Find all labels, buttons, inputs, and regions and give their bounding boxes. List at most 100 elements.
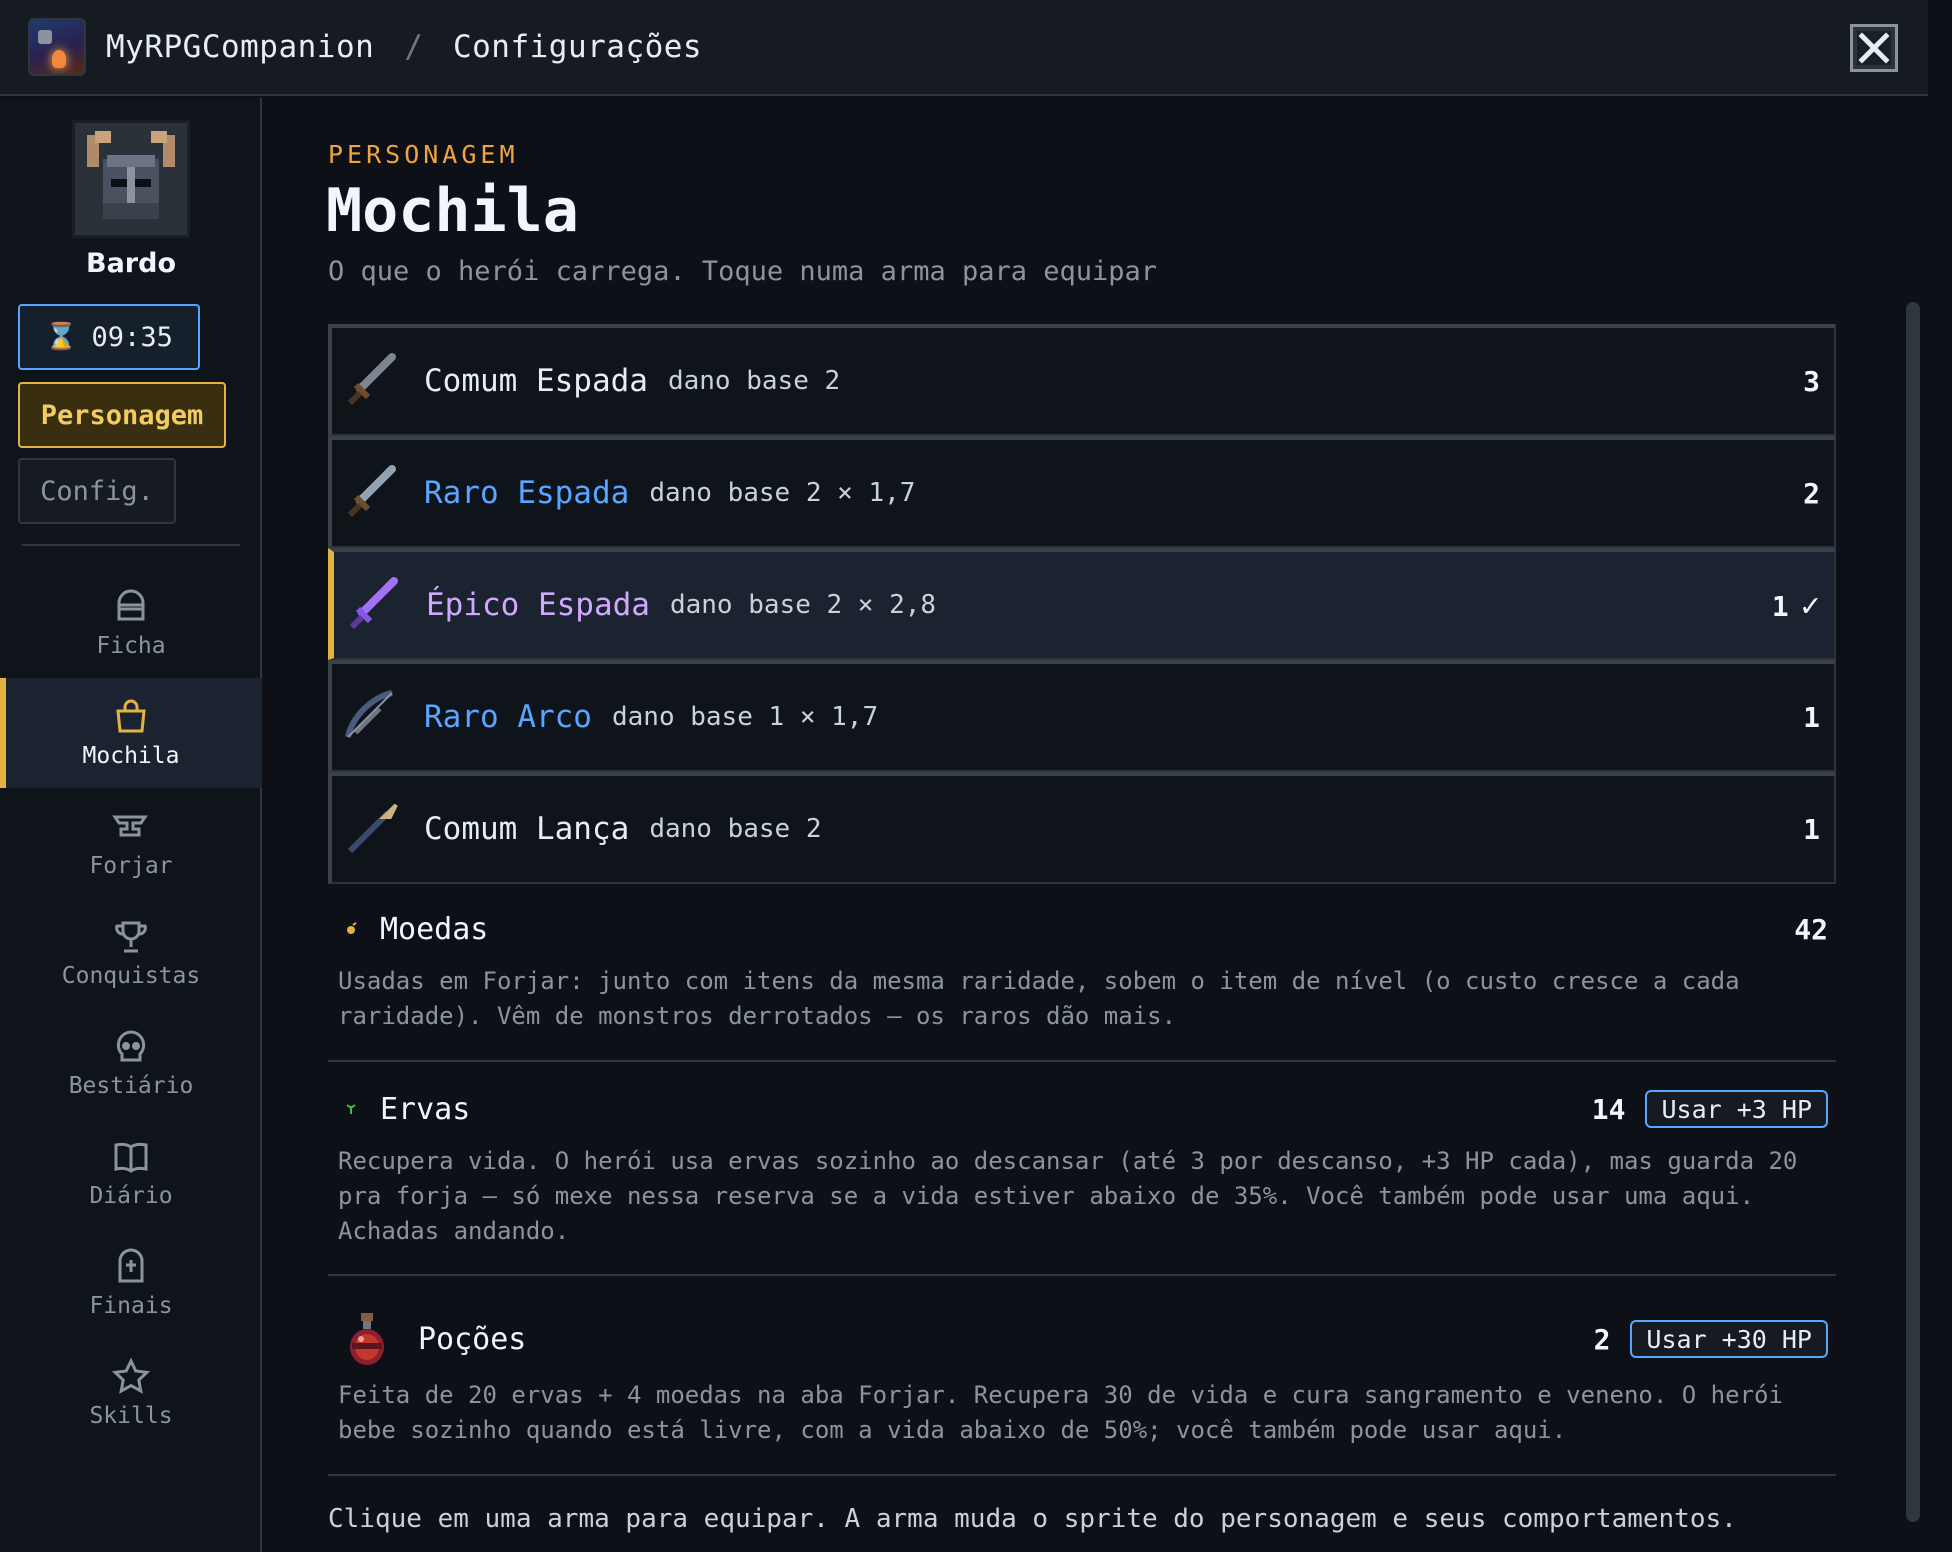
sidebar-item-diario[interactable]: Diário (0, 1118, 262, 1228)
sidebar-item-bestiario[interactable]: Bestiário (0, 1008, 262, 1118)
sidebar-item-label: Bestiário (68, 1073, 194, 1099)
sidebar-item-skills[interactable]: Skills (0, 1338, 262, 1448)
weapon-list: Comum Espada dano base 2 3 Raro Espada d… (328, 324, 1836, 884)
herb-icon (346, 1104, 356, 1114)
sidebar-item-label: Finais (89, 1293, 173, 1319)
sword-icon (347, 465, 396, 518)
weapon-quantity: 1 (1803, 700, 1820, 734)
sidebar-item-label: Skills (89, 1403, 173, 1429)
weapon-damage: dano base 2 × 1,7 (649, 478, 916, 508)
star-icon (111, 1357, 151, 1394)
breadcrumb-app[interactable]: MyRPGCompanion (106, 29, 374, 65)
sidebar-nav: Ficha Mochila Forjar Conquistas Bestiári… (0, 568, 262, 1448)
page-title: Mochila (326, 176, 579, 246)
resource-description: Feita de 20 ervas + 4 moedas na aba Forj… (338, 1381, 1783, 1444)
resource-actions: 14 Usar +3 HP (1592, 1090, 1828, 1128)
weapon-row[interactable]: Comum Espada dano base 2 3 (328, 324, 1836, 436)
weapon-quantity: 1 ✓ (1772, 586, 1820, 624)
resource-actions: 2 Usar +30 HP (1594, 1320, 1828, 1358)
sidebar-item-finais[interactable]: Finais (0, 1228, 262, 1338)
weapon-damage: dano base 2 × 2,8 (669, 590, 937, 620)
resource-name: Poções (418, 1321, 527, 1357)
weapon-row[interactable]: Raro Arco dano base 1 × 1,7 1 (328, 660, 1836, 772)
weapon-quantity: 1 (1803, 812, 1820, 846)
config-tab-button[interactable]: Config. (18, 458, 176, 524)
sidebar-item-mochila[interactable]: Mochila (0, 678, 262, 788)
sidebar-item-forjar[interactable]: Forjar (0, 788, 262, 898)
session-timer: ⌛ 09:35 (18, 304, 200, 370)
resource-herbs: Ervas 14 Usar +3 HP Recupera vida. O her… (328, 1084, 1836, 1249)
hero-avatar[interactable] (72, 120, 190, 238)
hero-name: Bardo (86, 248, 176, 279)
spear-icon (347, 803, 398, 854)
sidebar-item-label: Forjar (89, 853, 173, 879)
resource-name: Moedas (380, 911, 489, 947)
weapon-row[interactable]: Raro Espada dano base 2 × 1,7 2 (328, 436, 1836, 548)
resource-coins: Moedas 42 Usadas em Forjar: junto com it… (328, 904, 1836, 1034)
trophy-icon (115, 921, 147, 953)
breadcrumb-separator: / (404, 29, 423, 65)
coin-icon (347, 922, 357, 934)
equipped-check-icon: ✓ (1800, 586, 1820, 624)
resource-potions: Poções 2 Usar +30 HP Feita de 20 ervas +… (328, 1304, 1836, 1448)
sidebar: Bardo ⌛ 09:35 Personagem Config. Ficha M… (0, 98, 262, 1552)
sidebar-item-ficha[interactable]: Ficha (0, 568, 262, 678)
sword-icon (347, 353, 396, 406)
breadcrumb-section: Configurações (452, 29, 703, 65)
resource-header: Ervas 14 Usar +3 HP (328, 1084, 1836, 1134)
resource-quantity: 42 (1794, 912, 1828, 946)
resource-quantity: 2 (1593, 1322, 1611, 1356)
sidebar-item-conquistas[interactable]: Conquistas (0, 898, 262, 1008)
close-icon (1857, 31, 1891, 65)
weapon-name: Raro Arco (424, 699, 592, 735)
resource-header: Poções 2 Usar +30 HP (328, 1304, 1836, 1374)
bow-icon (345, 690, 393, 738)
weapon-damage: dano base 2 (649, 814, 822, 844)
section-kicker: PERSONAGEM (328, 140, 519, 169)
use-herb-button[interactable]: Usar +3 HP (1645, 1090, 1828, 1128)
backpack-icon (116, 699, 146, 733)
use-potion-button[interactable]: Usar +30 HP (1630, 1320, 1828, 1358)
sword-icon (349, 577, 398, 630)
sidebar-item-label: Mochila (82, 743, 180, 769)
book-icon (114, 1142, 148, 1173)
scrollbar[interactable] (1906, 302, 1920, 1522)
sidebar-divider (22, 544, 240, 546)
page-subtitle: O que o herói carrega. Toque numa arma p… (328, 256, 1158, 287)
potion-icon (350, 1313, 384, 1365)
weapon-damage: dano base 2 (667, 366, 841, 396)
weapon-name: Raro Espada (424, 475, 630, 511)
tombstone-icon (118, 1248, 144, 1283)
resource-quantity: 14 (1591, 1092, 1626, 1126)
section-divider (328, 1274, 1836, 1276)
resource-description: Recupera vida. O herói usa ervas sozinho… (338, 1147, 1798, 1245)
app-logo-icon (28, 18, 86, 76)
anvil-icon (112, 815, 148, 837)
section-divider (328, 1060, 1836, 1062)
title-bar: MyRPGCompanion / Configurações (0, 0, 1928, 96)
section-divider (328, 1474, 1836, 1476)
weapon-quantity-value: 1 (1771, 590, 1789, 623)
weapon-quantity: 3 (1803, 364, 1820, 398)
resource-description: Usadas em Forjar: junto com itens da mes… (338, 967, 1740, 1030)
footer-hint: Clique em uma arma para equipar. A arma … (328, 1504, 1737, 1534)
helmet-icon (117, 589, 145, 621)
weapon-name: Comum Lança (424, 811, 630, 847)
resource-actions: 42 (1794, 913, 1828, 946)
sidebar-item-label: Conquistas (61, 963, 201, 989)
weapon-name: Comum Espada (424, 363, 648, 399)
main-content: PERSONAGEM Mochila O que o herói carrega… (262, 98, 1928, 1552)
hourglass-icon: ⌛ (45, 322, 78, 352)
weapon-row-equipped[interactable]: Épico Espada dano base 2 × 2,8 1 ✓ (328, 548, 1836, 660)
weapon-quantity: 2 (1803, 476, 1820, 510)
resource-header: Moedas 42 (328, 904, 1836, 954)
weapon-damage: dano base 1 × 1,7 (611, 702, 879, 732)
skull-icon (116, 1030, 146, 1062)
weapon-row[interactable]: Comum Lança dano base 2 1 (328, 772, 1836, 884)
character-tab-button[interactable]: Personagem (18, 382, 226, 448)
weapon-name: Épico Espada (426, 587, 650, 623)
sidebar-item-label: Ficha (96, 633, 166, 659)
sidebar-item-label: Diário (89, 1183, 173, 1209)
close-button[interactable] (1850, 24, 1898, 72)
resource-name: Ervas (380, 1091, 471, 1127)
